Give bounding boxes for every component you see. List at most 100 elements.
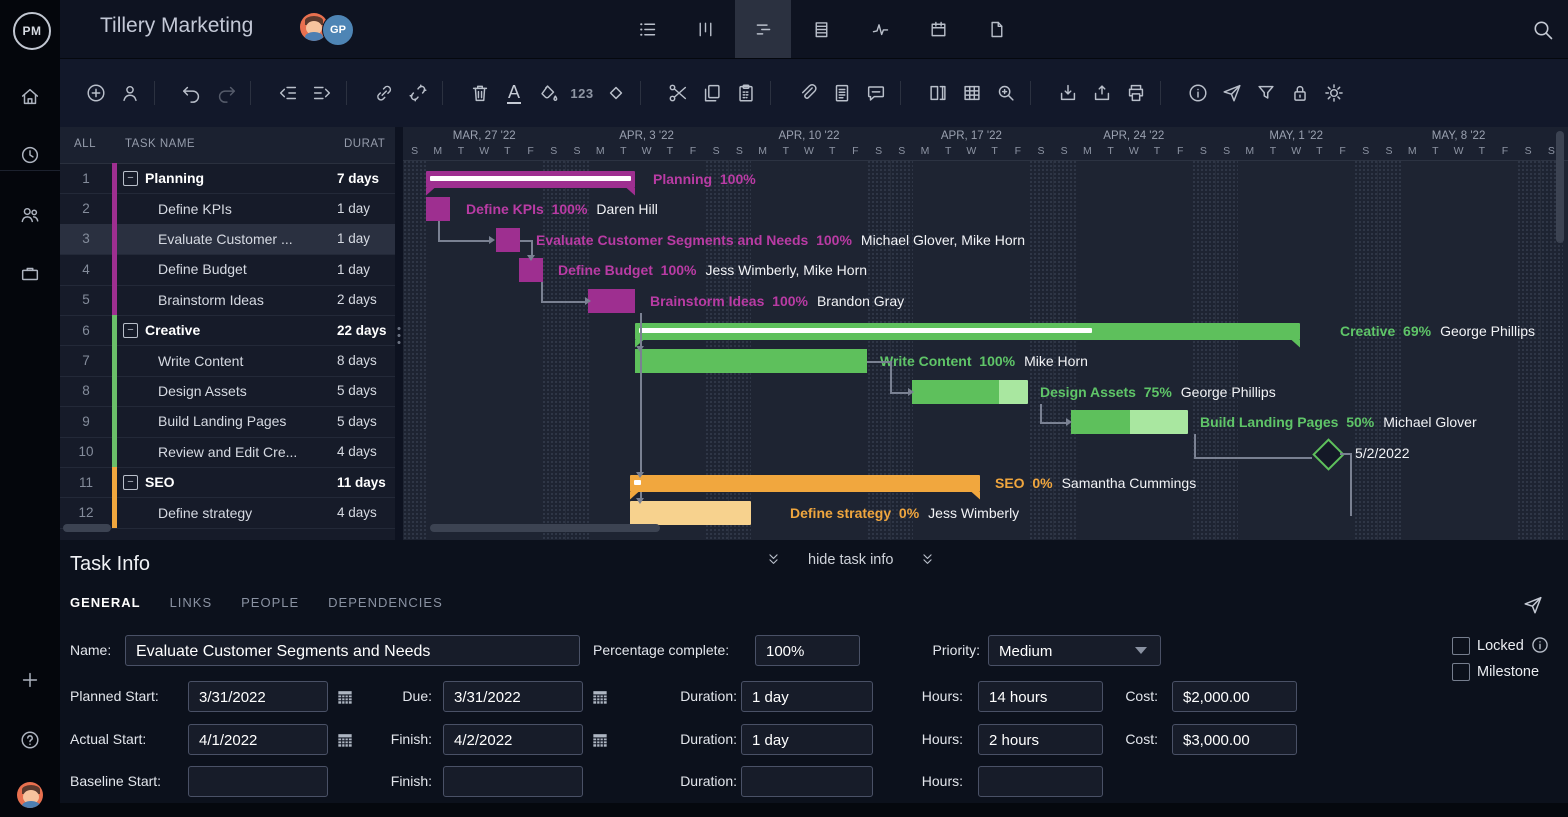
toolbar-fill-color-button[interactable] [534, 79, 562, 107]
view-tab-board-view[interactable] [677, 0, 733, 58]
task-bar-design-assets[interactable] [912, 380, 1028, 404]
send-icon[interactable] [1520, 592, 1546, 618]
search-icon[interactable] [1530, 17, 1556, 43]
toolbar-paste-button[interactable] [732, 79, 760, 107]
task-duration[interactable]: 1 day [337, 262, 395, 277]
panel-splitter[interactable] [395, 127, 403, 540]
table-row[interactable]: 1−Planning7 days [60, 163, 395, 194]
hours-input[interactable]: 14 hours [978, 681, 1103, 712]
task-name[interactable]: −SEO [117, 474, 337, 490]
gantt-hscrollbar[interactable] [430, 524, 660, 532]
pm-logo[interactable]: PM [13, 12, 51, 50]
toolbar-export-button[interactable] [1088, 79, 1116, 107]
task-duration[interactable]: 4 days [337, 505, 395, 520]
view-tab-sheet-view[interactable] [793, 0, 849, 58]
task-info-tab-people[interactable]: PEOPLE [241, 595, 299, 610]
task-info-tab-dependencies[interactable]: DEPENDENCIES [328, 595, 443, 610]
task-duration[interactable]: 1 day [337, 231, 395, 246]
toolbar-delete-button[interactable] [466, 79, 494, 107]
toolbar-comment-button[interactable] [862, 79, 890, 107]
name-input[interactable]: Evaluate Customer Segments and Needs [125, 635, 580, 666]
pct-input[interactable]: 100% [755, 635, 860, 666]
toolbar-print-button[interactable] [1122, 79, 1150, 107]
col-task-name[interactable]: TASK NAME [125, 138, 195, 150]
task-name[interactable]: Evaluate Customer ... [117, 231, 337, 247]
task-duration[interactable]: 7 days [337, 171, 395, 186]
collapse-icon[interactable]: − [123, 323, 138, 338]
table-row[interactable]: 12Define strategy4 days [60, 497, 395, 528]
task-name[interactable]: Define Budget [117, 261, 337, 277]
toolbar-attachment-button[interactable] [794, 79, 822, 107]
toolbar-undo-button[interactable] [178, 79, 206, 107]
toolbar-assign-person-button[interactable] [116, 79, 144, 107]
task-duration[interactable]: 5 days [337, 414, 395, 429]
task-name[interactable]: Brainstorm Ideas [117, 292, 337, 308]
table-row[interactable]: 11−SEO11 days [60, 467, 395, 498]
start-input[interactable]: 3/31/2022 [188, 681, 328, 712]
start-input[interactable]: 4/1/2022 [188, 724, 328, 755]
task-duration[interactable]: 4 days [337, 444, 395, 459]
task-duration[interactable]: 11 days [337, 475, 395, 490]
calendar-icon[interactable] [589, 686, 611, 708]
duration-input[interactable]: 1 day [741, 681, 873, 712]
collapse-icon[interactable]: − [123, 475, 138, 490]
table-row[interactable]: 10Review and Edit Cre...4 days [60, 437, 395, 468]
hide-task-info-button[interactable]: hide task info [765, 551, 936, 568]
toolbar-link-tasks-button[interactable] [370, 79, 398, 107]
milestone-checkbox[interactable] [1452, 663, 1470, 681]
table-row[interactable]: 7Write Content8 days [60, 345, 395, 376]
view-tab-doc-view[interactable] [968, 0, 1024, 58]
toolbar-import-button[interactable] [1054, 79, 1082, 107]
milestone-diamond[interactable] [1312, 438, 1345, 471]
summary-bar-seo[interactable] [630, 475, 980, 492]
toolbar-lock-button[interactable] [1286, 79, 1314, 107]
task-name[interactable]: Define strategy [117, 505, 337, 521]
gantt-vscrollbar[interactable] [1556, 131, 1564, 243]
col-all[interactable]: ALL [74, 138, 96, 150]
view-tab-activity-view[interactable] [852, 0, 908, 58]
sidebar-item-add[interactable] [0, 658, 60, 702]
task-info-tab-links[interactable]: LINKS [170, 595, 213, 610]
collapse-icon[interactable]: − [123, 171, 138, 186]
toolbar-table-grid-button[interactable] [958, 79, 986, 107]
task-name[interactable]: Build Landing Pages [117, 413, 337, 429]
project-avatars[interactable]: GP [300, 13, 370, 45]
task-bar-brainstorm-ideas[interactable] [588, 289, 635, 313]
toolbar-indent-button[interactable] [308, 79, 336, 107]
task-duration[interactable]: 22 days [337, 323, 395, 338]
task-bar-build-landing-pages[interactable] [1071, 410, 1188, 434]
sidebar-item-home[interactable] [0, 75, 60, 119]
end-input[interactable] [443, 766, 583, 797]
locked-checkbox[interactable] [1452, 637, 1470, 655]
info-icon[interactable] [1530, 635, 1550, 655]
sidebar-item-help[interactable] [0, 718, 60, 762]
sidebar-item-portfolio[interactable] [0, 252, 60, 296]
summary-bar-creative[interactable] [635, 323, 1300, 340]
calendar-icon[interactable] [589, 729, 611, 751]
view-tab-gantt-view[interactable] [735, 0, 791, 58]
toolbar-text-style-button[interactable]: A [500, 79, 528, 107]
table-row[interactable]: 6−Creative22 days [60, 315, 395, 346]
hours-input[interactable]: 2 hours [978, 724, 1103, 755]
task-bar-define-strategy[interactable] [630, 501, 751, 525]
toolbar-info-button[interactable] [1184, 79, 1212, 107]
task-name[interactable]: −Planning [117, 170, 337, 186]
toolbar-add-column-button[interactable] [924, 79, 952, 107]
task-name[interactable]: −Creative [117, 322, 337, 338]
toolbar-milestone-button[interactable] [602, 79, 630, 107]
toolbar-unlink-tasks-button[interactable] [404, 79, 432, 107]
task-bar-define-kpis[interactable] [426, 197, 450, 221]
toolbar-cut-button[interactable] [664, 79, 692, 107]
toolbar-filter-button[interactable] [1252, 79, 1280, 107]
task-duration[interactable]: 2 days [337, 292, 395, 307]
task-duration[interactable]: 5 days [337, 383, 395, 398]
toolbar-zoom-in-button[interactable] [992, 79, 1020, 107]
table-hscrollbar[interactable] [63, 524, 111, 532]
toolbar-add-task-button[interactable] [82, 79, 110, 107]
sidebar-user-avatar[interactable] [0, 773, 60, 817]
task-duration[interactable]: 8 days [337, 353, 395, 368]
sidebar-item-people[interactable] [0, 193, 60, 237]
table-row[interactable]: 4Define Budget1 day [60, 254, 395, 285]
table-row[interactable]: 9Build Landing Pages5 days [60, 406, 395, 437]
toolbar-notes-button[interactable] [828, 79, 856, 107]
